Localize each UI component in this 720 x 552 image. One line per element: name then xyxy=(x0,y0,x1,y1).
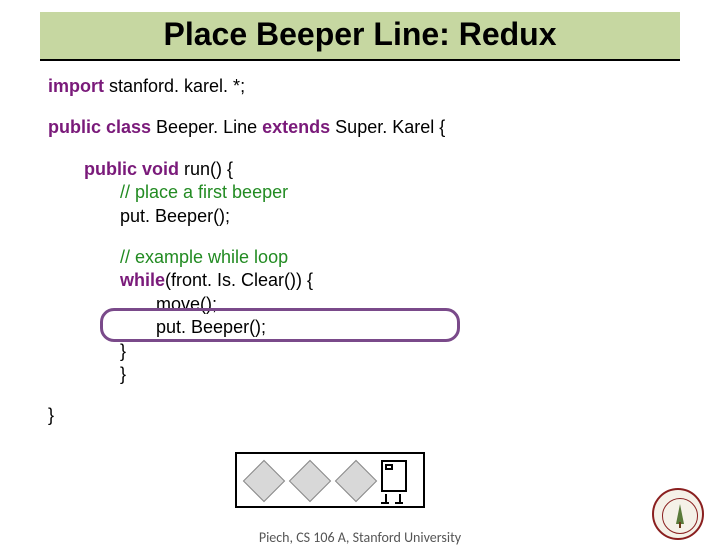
code-line: import stanford. karel. *; xyxy=(48,75,720,98)
code-comment: // example while loop xyxy=(48,246,720,269)
code-line: move(); xyxy=(48,293,720,316)
keyword: extends xyxy=(262,117,330,137)
keyword: public class xyxy=(48,117,151,137)
code-line: put. Beeper(); xyxy=(48,205,720,228)
code-line: } xyxy=(48,404,720,427)
karel-world-figure xyxy=(235,452,425,508)
stanford-seal-icon xyxy=(652,488,704,540)
code-line: } xyxy=(48,340,720,363)
karel-robot-icon xyxy=(381,460,415,502)
beeper-icon xyxy=(335,460,377,502)
beeper-icon xyxy=(243,460,285,502)
code-line: public class Beeper. Line extends Super.… xyxy=(48,116,720,139)
code-line: } xyxy=(48,363,720,386)
code-line: public void run() { xyxy=(48,158,720,181)
code-text: Super. Karel { xyxy=(330,117,445,137)
code-comment: // place a first beeper xyxy=(48,181,720,204)
code-line: while(front. Is. Clear()) { xyxy=(48,269,720,292)
code-text: (front. Is. Clear()) { xyxy=(165,270,313,290)
slide-title-bar: Place Beeper Line: Redux xyxy=(40,12,680,61)
code-text: run() { xyxy=(179,159,233,179)
code-text: stanford. karel. *; xyxy=(104,76,245,96)
code-text: Beeper. Line xyxy=(151,117,262,137)
code-block: import stanford. karel. *; public class … xyxy=(0,61,720,428)
keyword: import xyxy=(48,76,104,96)
keyword: while xyxy=(120,270,165,290)
code-line: put. Beeper(); xyxy=(48,316,720,339)
keyword: public void xyxy=(84,159,179,179)
beeper-icon xyxy=(289,460,331,502)
slide-footer: Piech, CS 106 A, Stanford University xyxy=(0,529,720,546)
slide-title: Place Beeper Line: Redux xyxy=(40,16,680,53)
